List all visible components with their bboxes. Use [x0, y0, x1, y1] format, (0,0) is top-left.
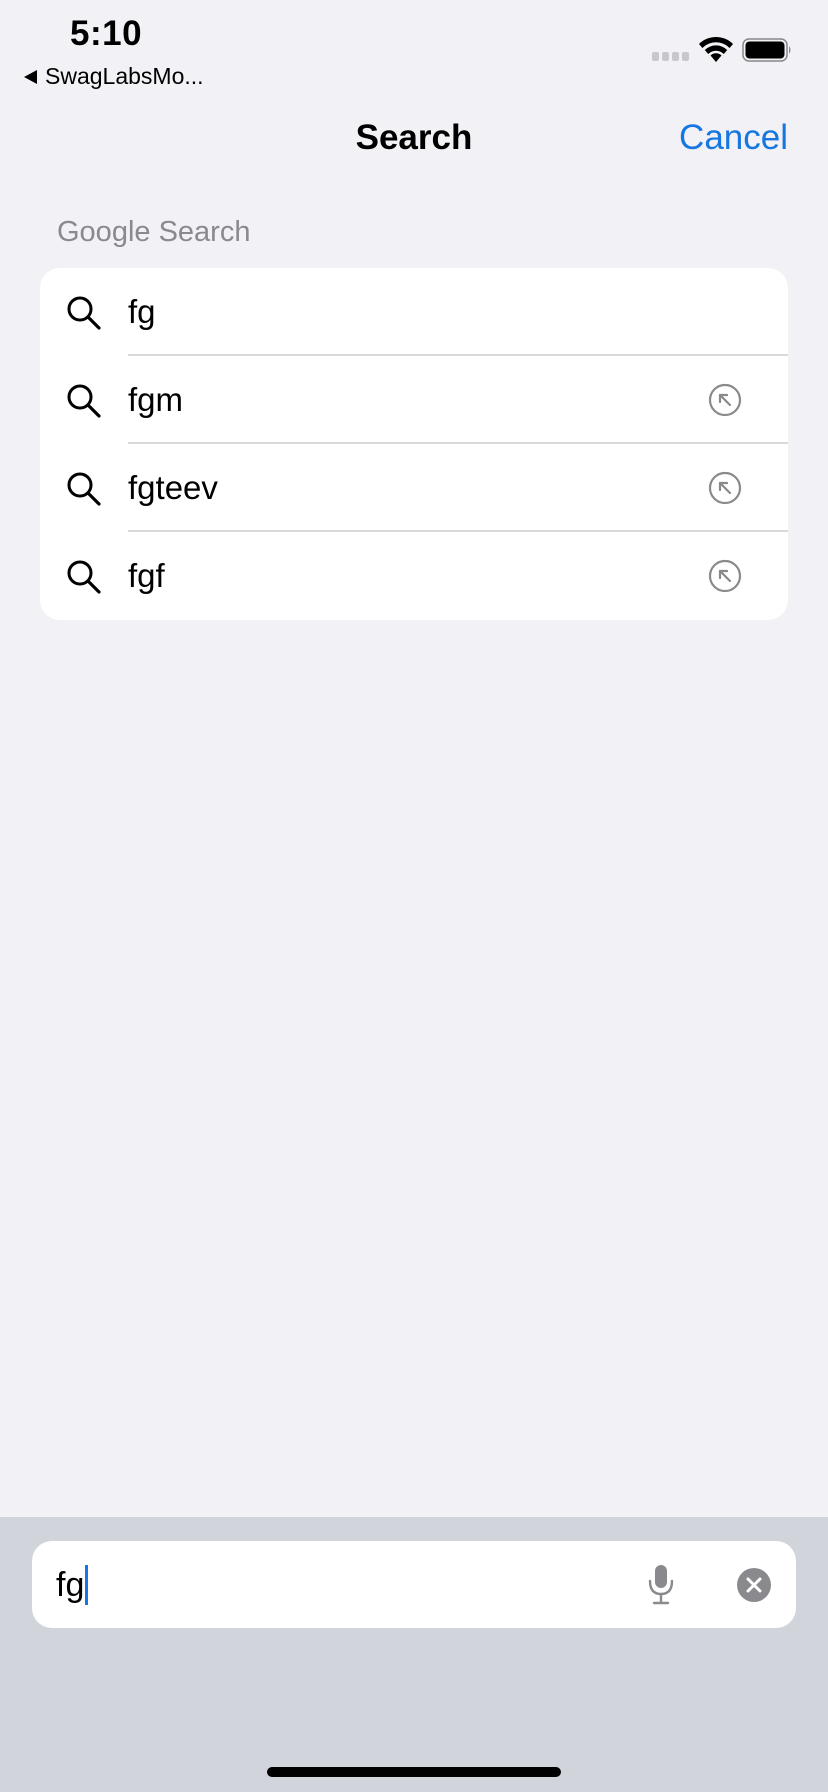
suggestion-label: fgf: [128, 557, 165, 594]
search-screen: 5:10 SwagLabsMo... Search Cancel Google …: [0, 0, 828, 1792]
suggestion-row[interactable]: fgf: [40, 532, 788, 620]
back-app-label: SwagLabsMo...: [45, 63, 204, 89]
search-bar-area: fg: [0, 1517, 828, 1792]
battery-icon: [742, 38, 791, 62]
search-input-value: fg: [56, 1565, 85, 1604]
search-input[interactable]: fg: [32, 1541, 796, 1628]
text-cursor: [85, 1565, 89, 1605]
search-icon: [67, 296, 101, 330]
search-icon: [67, 560, 101, 594]
search-icon: [67, 384, 101, 418]
fill-query-arrow-icon[interactable]: [708, 559, 742, 593]
search-icon: [67, 472, 101, 506]
fill-query-arrow-icon[interactable]: [708, 471, 742, 505]
clear-text-icon[interactable]: [736, 1567, 772, 1603]
home-indicator[interactable]: [267, 1767, 561, 1777]
suggestion-row[interactable]: fgteev: [40, 444, 788, 532]
suggestion-list: fg fgm fgteev fgf: [40, 268, 788, 620]
status-time: 5:10: [70, 14, 143, 53]
back-triangle-icon: [24, 69, 37, 84]
cellular-signal-icon: [652, 52, 689, 61]
wifi-icon: [699, 36, 733, 62]
suggestion-row[interactable]: fgm: [40, 356, 788, 444]
suggestion-label: fgm: [128, 381, 184, 418]
fill-query-arrow-icon[interactable]: [708, 383, 742, 417]
back-to-app-button[interactable]: SwagLabsMo...: [24, 63, 204, 90]
suggestion-row[interactable]: fg: [40, 268, 788, 356]
search-input-value-wrap: fg: [56, 1565, 89, 1605]
suggestion-label: fgteev: [128, 469, 218, 506]
suggestion-label: fg: [128, 293, 156, 330]
cancel-button[interactable]: Cancel: [679, 118, 788, 158]
microphone-icon[interactable]: [646, 1563, 676, 1605]
section-header-google-search: Google Search: [57, 216, 251, 248]
